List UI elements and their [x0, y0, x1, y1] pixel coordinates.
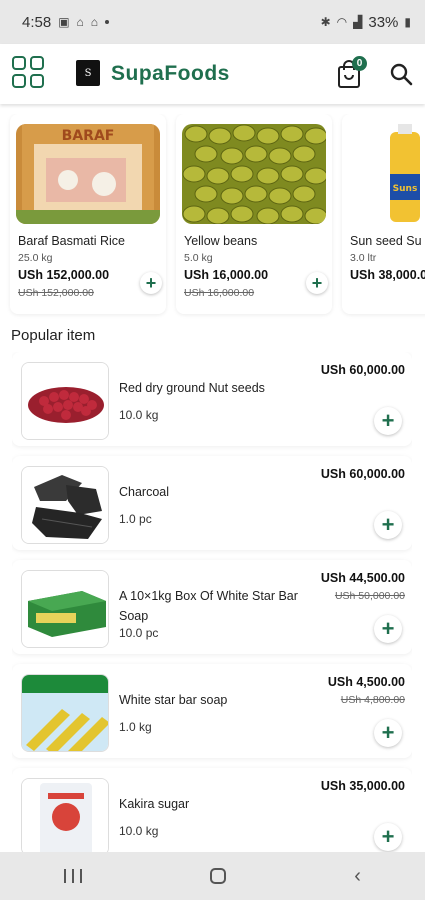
product-unit: 1.0 kg [119, 720, 152, 734]
product-image-red-nuts [21, 362, 109, 440]
product-price: USh 60,000.00 [320, 363, 405, 377]
product-image-yellow-beans [182, 124, 326, 224]
product-image-soap-box [21, 570, 109, 648]
product-image-charcoal [21, 466, 109, 544]
app-title: SupaFoods [111, 62, 230, 85]
brand-logo: S [76, 60, 100, 86]
recent-apps-icon[interactable] [64, 869, 83, 883]
product-price: USh 35,000.00 [320, 779, 405, 793]
search-icon[interactable] [389, 62, 413, 86]
add-to-cart-button[interactable]: + [374, 719, 402, 747]
product-image-basmati-rice: BARAF [16, 124, 160, 224]
product-image-sunseed-oil: Suns [348, 124, 425, 224]
back-icon[interactable]: ‹ [354, 865, 361, 888]
section-title-popular: Popular item [11, 327, 96, 344]
product-name: White star bar soap [119, 693, 228, 707]
product-price: USh 38,000.0 [350, 268, 425, 282]
list-item[interactable]: Red dry ground Nut seeds 10.0 kg USh 60,… [12, 352, 412, 446]
product-name: Baraf Basmati Rice [18, 234, 125, 248]
battery-icon: ▮ [404, 15, 411, 29]
product-image-kakira-sugar [21, 778, 109, 852]
image-notification-icon: ▣ [58, 15, 70, 29]
popular-items-list[interactable]: Red dry ground Nut seeds 10.0 kg USh 60,… [12, 352, 412, 852]
product-name: Charcoal [119, 485, 170, 499]
list-item[interactable]: Charcoal 1.0 pc USh 60,000.00 + [12, 456, 412, 550]
product-image-white-star-soap [21, 674, 109, 752]
bluetooth-icon: ✱ [320, 15, 331, 29]
add-to-cart-button[interactable]: + [374, 407, 402, 435]
product-unit: 10.0 kg [119, 824, 159, 838]
add-to-cart-button[interactable]: + [374, 823, 402, 851]
app-bar: S SupaFoods 0 [0, 44, 425, 104]
product-unit: 5.0 kg [184, 252, 213, 264]
system-navigation-bar: ‹ [0, 852, 425, 900]
svg-text:Suns: Suns [393, 184, 418, 194]
product-unit: 10.0 pc [119, 626, 159, 640]
product-unit: 1.0 pc [119, 512, 152, 526]
add-to-cart-button[interactable]: + [374, 511, 402, 539]
featured-card[interactable]: BARAF Baraf Basmati Rice 25.0 kg USh 152… [10, 114, 166, 314]
status-time: 4:58 [22, 13, 52, 31]
product-name: Sun seed Su [350, 234, 422, 248]
wifi-icon: ◠ [336, 15, 348, 29]
product-name: A 10×1kg Box Of White Star Bar Soap [119, 589, 298, 623]
product-unit: 10.0 kg [119, 408, 159, 422]
product-old-price: USh 4,800.00 [340, 694, 405, 706]
add-to-cart-button[interactable]: + [140, 272, 162, 294]
product-name: Yellow beans [184, 234, 258, 248]
notification-icon: ⌂ [76, 15, 84, 29]
add-to-cart-button[interactable]: + [306, 272, 328, 294]
featured-card[interactable]: Suns Sun seed Su 3.0 ltr USh 38,000.0 [342, 114, 425, 314]
notification-icon-2: ⌂ [90, 15, 99, 29]
product-price: USh 44,500.00 [320, 571, 405, 585]
product-name: Kakira sugar [119, 797, 190, 811]
more-notifications-icon [105, 20, 110, 24]
product-price: USh 16,000.00 [184, 268, 269, 282]
featured-products-row[interactable]: BARAF Baraf Basmati Rice 25.0 kg USh 152… [0, 114, 425, 319]
svg-text:BARAF: BARAF [62, 128, 115, 144]
product-name: Red dry ground Nut seeds [119, 381, 265, 395]
product-unit: 25.0 kg [18, 252, 53, 264]
categories-grid-icon[interactable] [12, 56, 46, 90]
cart-count-badge: 0 [352, 56, 367, 71]
home-icon[interactable] [210, 868, 227, 884]
product-price: USh 4,500.00 [327, 675, 405, 689]
signal-icon: ▟ [353, 15, 363, 29]
list-item[interactable]: A 10×1kg Box Of White Star Bar Soap 10.0… [12, 560, 412, 654]
list-item[interactable]: White star bar soap 1.0 kg USh 4,500.00 … [12, 664, 412, 758]
product-unit: 3.0 ltr [350, 252, 377, 264]
product-old-price: USh 152,000.00 [18, 287, 94, 299]
logo-lettering: S [84, 67, 92, 79]
add-to-cart-button[interactable]: + [374, 615, 402, 643]
product-price: USh 152,000.00 [18, 268, 110, 282]
list-item[interactable]: Kakira sugar 10.0 kg USh 35,000.00 + [12, 768, 412, 852]
featured-card[interactable]: Yellow beans 5.0 kg USh 16,000.00 USh 16… [176, 114, 332, 314]
product-old-price: USh 16,000.00 [184, 287, 255, 299]
product-old-price: USh 50,000.00 [334, 590, 405, 602]
product-price: USh 60,000.00 [320, 467, 405, 481]
status-bar: 4:58 ▣ ⌂ ⌂ ✱ ◠ ▟ 33% ▮ [0, 0, 425, 44]
battery-level: 33% [368, 13, 399, 31]
